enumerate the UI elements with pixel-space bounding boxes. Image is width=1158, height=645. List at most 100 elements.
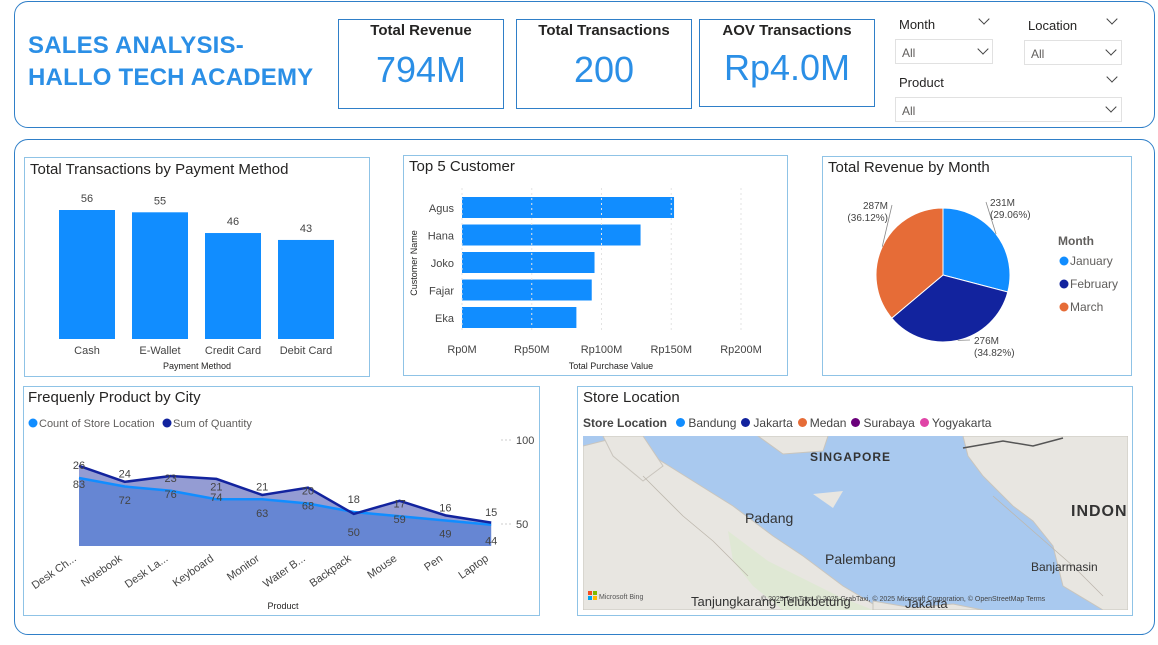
- chart-title: Frequenly Product by City: [28, 389, 201, 406]
- data-label-quantity: 68: [302, 501, 314, 513]
- kpi-total-revenue: Total Revenue 794M: [338, 19, 504, 109]
- bar: [462, 307, 577, 328]
- x-tick-label: Keyboard: [171, 553, 216, 590]
- map-legend: Store Location Bandung Jakarta Medan Suraba…: [583, 416, 991, 430]
- chart-title: Total Revenue by Month: [828, 159, 990, 176]
- kpi-value: 794M: [375, 49, 467, 90]
- x-tick-label: Credit Card: [205, 345, 261, 357]
- x-tick-label: Rp100M: [581, 344, 623, 356]
- map-legend-label: Yogyakarta: [931, 416, 992, 430]
- title-line-2: HALLO TECH ACADEMY: [28, 64, 314, 91]
- kpi-label: AOV Transactions: [722, 22, 852, 39]
- legend-label: March: [1070, 300, 1103, 314]
- legend-marker: [28, 418, 38, 428]
- data-label-quantity: 74: [210, 492, 222, 504]
- data-label-count: 17: [393, 498, 405, 510]
- data-label-count: 16: [439, 503, 451, 515]
- slicer-product-dropdown[interactable]: All: [895, 97, 1122, 122]
- bing-label: Microsoft Bing: [599, 594, 643, 601]
- data-label: 43: [300, 223, 312, 235]
- store-location-map[interactable]: SINGAPORE Padang Palembang INDON Banjarm…: [583, 436, 1128, 610]
- x-tick-label: Mouse: [365, 553, 399, 582]
- y-tick-label: Agus: [429, 203, 455, 215]
- area-sum-quantity: [79, 465, 492, 546]
- payment-method-bar-chart: 56 Cash 55 E-Wallet 46 Credit Card 43 Debit Car…: [59, 193, 334, 371]
- bar: [462, 224, 641, 246]
- x-axis-title: Product: [267, 601, 299, 611]
- x-tick-label: E-Wallet: [139, 345, 180, 357]
- map-label-palembang: Palembang: [825, 551, 896, 567]
- y-tick-label: Hana: [428, 231, 455, 243]
- x-tick-label: Cash: [74, 345, 100, 357]
- data-label-quantity: 83: [73, 479, 85, 491]
- data-label: 56: [81, 193, 93, 205]
- x-axis-title: Total Purchase Value: [569, 361, 653, 371]
- y-tick-label: Joko: [431, 258, 454, 270]
- y2-tick-label: 100: [516, 435, 534, 447]
- slicer-location-value: All: [1031, 47, 1045, 61]
- map-legend-marker: [919, 418, 929, 427]
- slice-value-label: 287M: [863, 201, 888, 212]
- map-legend-marker: [851, 418, 861, 427]
- x-tick-label: Rp200M: [720, 344, 762, 356]
- y-tick-label: Fajar: [429, 286, 454, 298]
- map-legend-label: Surabaya: [863, 416, 915, 430]
- bar: [462, 279, 592, 301]
- x-tick-label: Desk La...: [123, 553, 170, 591]
- x-tick-label: Laptop: [456, 553, 490, 582]
- x-tick-label: Rp150M: [650, 344, 692, 356]
- legend-marker: [1059, 256, 1069, 266]
- map-legend-marker: [741, 418, 751, 427]
- map-legend-title: Store Location: [583, 416, 668, 430]
- data-label-count: 24: [119, 469, 131, 481]
- kpi-value: Rp4.0M: [723, 47, 851, 88]
- slicer-location-label: Location: [1028, 18, 1078, 33]
- data-label-quantity: 72: [119, 495, 131, 507]
- slicer-location-dropdown[interactable]: All: [1024, 40, 1122, 65]
- kpi-label: Total Transactions: [538, 22, 670, 39]
- slicer-month-label: Month: [899, 17, 936, 32]
- data-label-count: 23: [164, 473, 176, 485]
- data-label-quantity: 76: [164, 489, 176, 501]
- data-label-quantity: 59: [393, 514, 405, 526]
- chevron-down-icon: [1105, 44, 1117, 56]
- slicer-month-dropdown[interactable]: All: [895, 39, 993, 64]
- map-legend-label: Jakarta: [753, 416, 793, 430]
- x-tick-label: Monitor: [225, 552, 262, 583]
- map-label-indonesia: INDON: [1071, 503, 1128, 520]
- legend-label: Count of Store Location: [39, 418, 155, 430]
- x-tick-label: Notebook: [79, 552, 125, 589]
- data-label: 55: [154, 195, 166, 207]
- kpi-label: Total Revenue: [370, 22, 472, 39]
- data-label-count: 18: [348, 494, 360, 506]
- slice-value-label: 276M: [974, 336, 999, 347]
- legend-label: February: [1070, 277, 1118, 291]
- bar: [59, 210, 115, 339]
- chevron-down-icon: [977, 43, 989, 55]
- map-graphic: SINGAPORE Padang Palembang INDON Banjarm…: [583, 436, 1128, 610]
- kpi-aov-transactions: AOV Transactions Rp4.0M: [699, 19, 875, 107]
- slice-percent-label: (34.82%): [974, 348, 1015, 359]
- legend-label: Sum of Quantity: [173, 418, 252, 430]
- slicer-product-value: All: [902, 104, 916, 118]
- x-axis-title: Payment Method: [163, 361, 231, 371]
- chevron-down-icon: [1105, 101, 1117, 113]
- slice-percent-label: (29.06%): [990, 210, 1031, 221]
- x-tick-label: Backpack: [308, 552, 354, 589]
- map-label-padang: Padang: [745, 510, 793, 526]
- bar: [462, 252, 595, 273]
- chart-title: Total Transactions by Payment Method: [30, 161, 289, 178]
- product-city-area-chart: 2624 2321 21 2018 17 16 158372 76 74636850594944…: [28, 418, 534, 611]
- slicer-product-label: Product: [899, 75, 944, 90]
- y-tick-label: Eka: [435, 313, 455, 325]
- y-axis-title: Customer Name: [409, 230, 419, 296]
- bar: [132, 212, 188, 339]
- map-attribution: © 2025 TomTom, © 2025 GrabTaxi, © 2025 M…: [761, 595, 1046, 603]
- slice-percent-label: (36.12%): [847, 213, 888, 224]
- legend-marker: [162, 418, 172, 428]
- y2-tick-label: 50: [516, 519, 528, 531]
- legend-marker: [1059, 302, 1069, 312]
- data-label-quantity: 49: [439, 528, 451, 540]
- bar: [205, 233, 261, 339]
- bar: [278, 239, 334, 339]
